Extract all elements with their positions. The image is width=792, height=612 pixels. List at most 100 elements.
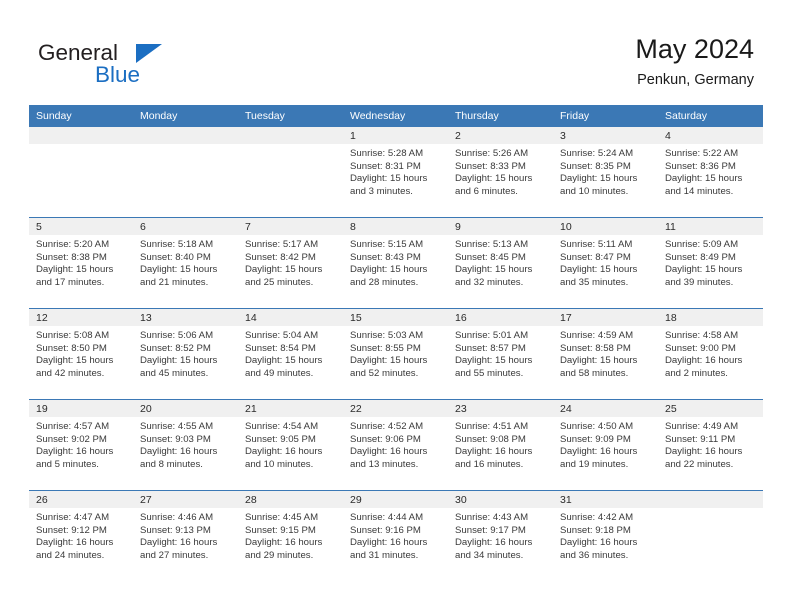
daylight-text: Daylight: 15 hours and 39 minutes. xyxy=(665,264,743,288)
sunset-text: Sunset: 8:47 PM xyxy=(560,251,631,263)
calendar-page: General Blue May 2024 Penkun, Germany Su… xyxy=(0,0,792,612)
day-cell-body: Sunrise: 4:50 AM Sunset: 9:09 PM Daylight:… xyxy=(553,417,658,471)
calendar-day-cell[interactable]: 18 Sunrise: 4:58 AM Sunset: 9:00 PM Dayligh… xyxy=(658,308,763,400)
calendar-day-cell[interactable]: 10 Sunrise: 5:11 AM Sunset: 8:47 PM Dayligh… xyxy=(553,217,658,309)
calendar-day-cell[interactable]: 26 Sunrise: 4:47 AM Sunset: 9:12 PM Dayligh… xyxy=(29,490,133,581)
daylight-text: Daylight: 15 hours and 35 minutes. xyxy=(560,264,638,288)
calendar-day-cell[interactable]: 4 Sunrise: 5:22 AM Sunset: 8:36 PM Daylight… xyxy=(658,127,763,218)
calendar-day-cell[interactable]: 24 Sunrise: 4:50 AM Sunset: 9:09 PM Dayligh… xyxy=(553,399,658,491)
daylight-text: Daylight: 16 hours and 5 minutes. xyxy=(36,446,114,470)
sunrise-text: Sunrise: 5:08 AM xyxy=(36,330,110,341)
calendar-day-cell[interactable]: 3 Sunrise: 5:24 AM Sunset: 8:35 PM Daylight… xyxy=(553,127,658,218)
sunrise-text: Sunrise: 4:57 AM xyxy=(36,421,110,432)
daylight-text: Daylight: 15 hours and 32 minutes. xyxy=(455,264,533,288)
day-number: 19 xyxy=(29,400,133,417)
sunset-text: Sunset: 9:05 PM xyxy=(245,433,316,445)
day-cell-body: Sunrise: 5:26 AM Sunset: 8:33 PM Daylight:… xyxy=(448,144,553,198)
day-cell-inner: 23 Sunrise: 4:51 AM Sunset: 9:08 PM Dayligh… xyxy=(448,400,553,490)
calendar-day-cell[interactable]: 16 Sunrise: 5:01 AM Sunset: 8:57 PM Dayligh… xyxy=(448,308,553,400)
day-cell-inner: 16 Sunrise: 5:01 AM Sunset: 8:57 PM Dayligh… xyxy=(448,309,553,399)
page-subtitle-location: Penkun, Germany xyxy=(637,72,754,88)
calendar-day-cell[interactable]: 11 Sunrise: 5:09 AM Sunset: 8:49 PM Dayligh… xyxy=(658,217,763,309)
calendar-day-cell[interactable]: 5 Sunrise: 5:20 AM Sunset: 8:38 PM Daylight… xyxy=(29,217,133,309)
day-number: 17 xyxy=(553,309,658,326)
calendar-day-cell-empty xyxy=(29,127,133,218)
daylight-text: Daylight: 16 hours and 13 minutes. xyxy=(350,446,428,470)
calendar-day-cell[interactable]: 29 Sunrise: 4:44 AM Sunset: 9:16 PM Dayligh… xyxy=(343,490,448,581)
calendar-day-cell[interactable]: 12 Sunrise: 5:08 AM Sunset: 8:50 PM Dayligh… xyxy=(29,308,133,400)
day-number: 31 xyxy=(553,491,658,508)
calendar-day-cell[interactable]: 13 Sunrise: 5:06 AM Sunset: 8:52 PM Dayligh… xyxy=(133,308,238,400)
sunset-text: Sunset: 9:18 PM xyxy=(560,524,631,536)
calendar-day-cell[interactable]: 19 Sunrise: 4:57 AM Sunset: 9:02 PM Dayligh… xyxy=(29,399,133,491)
day-cell-body: Sunrise: 5:13 AM Sunset: 8:45 PM Daylight:… xyxy=(448,235,553,289)
calendar-day-cell[interactable]: 8 Sunrise: 5:15 AM Sunset: 8:43 PM Daylight… xyxy=(343,217,448,309)
sunset-text: Sunset: 8:55 PM xyxy=(350,342,421,354)
sunset-text: Sunset: 8:49 PM xyxy=(665,251,736,263)
sunrise-text: Sunrise: 4:46 AM xyxy=(140,512,214,523)
calendar-day-cell[interactable]: 23 Sunrise: 4:51 AM Sunset: 9:08 PM Dayligh… xyxy=(448,399,553,491)
day-cell-body: Sunrise: 4:42 AM Sunset: 9:18 PM Daylight:… xyxy=(553,508,658,562)
calendar-day-cell[interactable]: 21 Sunrise: 4:54 AM Sunset: 9:05 PM Dayligh… xyxy=(238,399,343,491)
daylight-text: Daylight: 16 hours and 29 minutes. xyxy=(245,537,323,561)
sunrise-text: Sunrise: 4:44 AM xyxy=(350,512,424,523)
sunrise-text: Sunrise: 5:26 AM xyxy=(455,148,529,159)
day-cell-inner xyxy=(29,127,133,217)
calendar-day-cell[interactable]: 25 Sunrise: 4:49 AM Sunset: 9:11 PM Dayligh… xyxy=(658,399,763,491)
daylight-text: Daylight: 16 hours and 16 minutes. xyxy=(455,446,533,470)
day-cell-body: Sunrise: 5:20 AM Sunset: 8:38 PM Daylight:… xyxy=(29,235,133,289)
day-cell-inner: 8 Sunrise: 5:15 AM Sunset: 8:43 PM Daylight… xyxy=(343,218,448,308)
daylight-text: Daylight: 15 hours and 21 minutes. xyxy=(140,264,218,288)
day-cell-inner: 21 Sunrise: 4:54 AM Sunset: 9:05 PM Dayligh… xyxy=(238,400,343,490)
sunrise-text: Sunrise: 5:22 AM xyxy=(665,148,739,159)
day-cell-inner: 22 Sunrise: 4:52 AM Sunset: 9:06 PM Dayligh… xyxy=(343,400,448,490)
day-cell-inner: 19 Sunrise: 4:57 AM Sunset: 9:02 PM Dayligh… xyxy=(29,400,133,490)
calendar-day-cell[interactable]: 27 Sunrise: 4:46 AM Sunset: 9:13 PM Dayligh… xyxy=(133,490,238,581)
sunrise-text: Sunrise: 5:24 AM xyxy=(560,148,634,159)
calendar-day-cell[interactable]: 28 Sunrise: 4:45 AM Sunset: 9:15 PM Dayligh… xyxy=(238,490,343,581)
sunset-text: Sunset: 8:43 PM xyxy=(350,251,421,263)
sunset-text: Sunset: 8:38 PM xyxy=(36,251,107,263)
day-cell-inner: 26 Sunrise: 4:47 AM Sunset: 9:12 PM Dayligh… xyxy=(29,491,133,581)
day-number: 4 xyxy=(658,127,763,144)
day-cell-body: Sunrise: 4:54 AM Sunset: 9:05 PM Daylight:… xyxy=(238,417,343,471)
day-cell-inner xyxy=(658,491,763,581)
day-cell-inner: 6 Sunrise: 5:18 AM Sunset: 8:40 PM Daylight… xyxy=(133,218,238,308)
day-cell-body: Sunrise: 5:22 AM Sunset: 8:36 PM Daylight:… xyxy=(658,144,763,198)
calendar-day-cell[interactable]: 31 Sunrise: 4:42 AM Sunset: 9:18 PM Dayligh… xyxy=(553,490,658,581)
day-number xyxy=(238,127,343,144)
calendar-week-row: 5 Sunrise: 5:20 AM Sunset: 8:38 PM Daylight… xyxy=(29,217,763,309)
sunset-text: Sunset: 9:12 PM xyxy=(36,524,107,536)
calendar-week-row: 12 Sunrise: 5:08 AM Sunset: 8:50 PM Dayligh… xyxy=(29,308,763,400)
calendar-day-cell[interactable]: 17 Sunrise: 4:59 AM Sunset: 8:58 PM Dayligh… xyxy=(553,308,658,400)
calendar-day-cell[interactable]: 30 Sunrise: 4:43 AM Sunset: 9:17 PM Dayligh… xyxy=(448,490,553,581)
daylight-text: Daylight: 16 hours and 34 minutes. xyxy=(455,537,533,561)
calendar-day-cell[interactable]: 6 Sunrise: 5:18 AM Sunset: 8:40 PM Daylight… xyxy=(133,217,238,309)
calendar-day-cell[interactable]: 20 Sunrise: 4:55 AM Sunset: 9:03 PM Dayligh… xyxy=(133,399,238,491)
weekday-header-sunday: Sunday xyxy=(29,105,133,127)
general-blue-logo[interactable]: General Blue xyxy=(38,40,268,92)
daylight-text: Daylight: 16 hours and 31 minutes. xyxy=(350,537,428,561)
calendar-day-cell[interactable]: 14 Sunrise: 5:04 AM Sunset: 8:54 PM Dayligh… xyxy=(238,308,343,400)
day-number: 5 xyxy=(29,218,133,235)
calendar-day-cell[interactable]: 9 Sunrise: 5:13 AM Sunset: 8:45 PM Daylight… xyxy=(448,217,553,309)
day-number: 29 xyxy=(343,491,448,508)
sunrise-text: Sunrise: 4:55 AM xyxy=(140,421,214,432)
calendar-day-cell[interactable]: 1 Sunrise: 5:28 AM Sunset: 8:31 PM Daylight… xyxy=(343,127,448,218)
sunset-text: Sunset: 9:13 PM xyxy=(140,524,211,536)
sunrise-text: Sunrise: 4:54 AM xyxy=(245,421,319,432)
calendar-day-cell[interactable]: 22 Sunrise: 4:52 AM Sunset: 9:06 PM Dayligh… xyxy=(343,399,448,491)
page-title: May 2024 xyxy=(635,34,754,64)
calendar-day-cell[interactable]: 7 Sunrise: 5:17 AM Sunset: 8:42 PM Daylight… xyxy=(238,217,343,309)
title-block: May 2024 Penkun, Germany xyxy=(635,32,754,90)
day-number: 13 xyxy=(133,309,238,326)
day-cell-body: Sunrise: 4:49 AM Sunset: 9:11 PM Daylight:… xyxy=(658,417,763,471)
day-cell-inner: 30 Sunrise: 4:43 AM Sunset: 9:17 PM Dayligh… xyxy=(448,491,553,581)
day-number xyxy=(29,127,133,144)
calendar-day-cell[interactable]: 15 Sunrise: 5:03 AM Sunset: 8:55 PM Dayligh… xyxy=(343,308,448,400)
sunset-text: Sunset: 9:03 PM xyxy=(140,433,211,445)
day-number: 8 xyxy=(343,218,448,235)
daylight-text: Daylight: 16 hours and 2 minutes. xyxy=(665,355,743,379)
daylight-text: Daylight: 15 hours and 10 minutes. xyxy=(560,173,638,197)
calendar-day-cell[interactable]: 2 Sunrise: 5:26 AM Sunset: 8:33 PM Daylight… xyxy=(448,127,553,218)
